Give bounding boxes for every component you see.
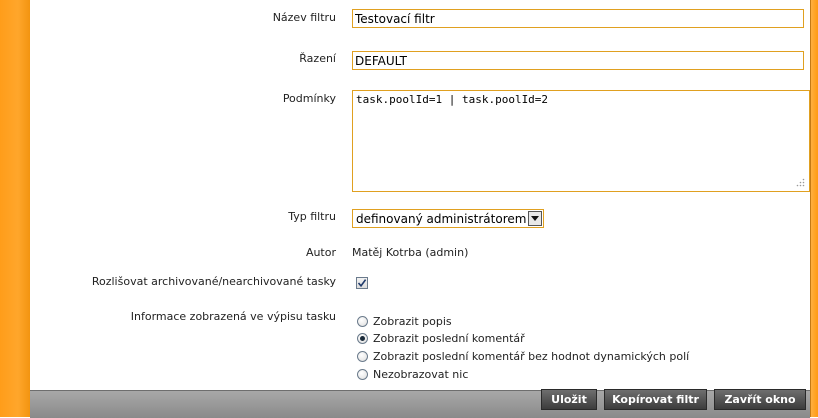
author-label: Autor bbox=[305, 246, 336, 259]
save-button[interactable]: Uložit bbox=[541, 389, 597, 410]
window-frame-left bbox=[0, 0, 30, 417]
radio-label: Zobrazit poslední komentář bez hodnot dy… bbox=[373, 349, 690, 363]
resize-grip-icon[interactable] bbox=[796, 178, 806, 188]
radio-button[interactable] bbox=[357, 315, 368, 327]
chevron-down-icon[interactable] bbox=[528, 211, 542, 226]
filter-type-label: Typ filtru bbox=[288, 210, 336, 223]
radio-label: Zobrazit poslední komentář bbox=[373, 331, 525, 345]
author-value: Matěj Kotrba (admin) bbox=[352, 246, 469, 259]
filter-name-input[interactable] bbox=[352, 9, 804, 28]
radio-button[interactable] bbox=[357, 350, 368, 362]
conditions-textarea[interactable]: task.poolId=1 | task.poolId=2 bbox=[352, 90, 810, 192]
order-input[interactable] bbox=[352, 51, 804, 70]
window-frame-right bbox=[810, 0, 818, 417]
close-window-button[interactable]: Zavřít okno bbox=[714, 389, 806, 410]
radio-button-checked[interactable] bbox=[357, 332, 368, 344]
filter-type-select[interactable]: definovaný administrátorem bbox=[352, 209, 544, 228]
archive-label: Rozlišovat archivované/nearchivované tas… bbox=[91, 275, 336, 288]
info-option-last-comment-no-dynamic[interactable]: Zobrazit poslední komentář bez hodnot dy… bbox=[357, 349, 689, 363]
conditions-label: Podmínky bbox=[282, 92, 336, 105]
info-option-last-comment[interactable]: Zobrazit poslední komentář bbox=[357, 331, 525, 345]
radio-label: Zobrazit popis bbox=[373, 314, 452, 328]
info-label: Informace zobrazená ve výpisu tasku bbox=[130, 310, 336, 323]
copy-filter-button[interactable]: Kopírovat filtr bbox=[604, 389, 707, 410]
info-option-nothing[interactable]: Nezobrazovat nic bbox=[357, 367, 468, 381]
radio-label: Nezobrazovat nic bbox=[373, 367, 469, 381]
order-label: Řazení bbox=[299, 52, 336, 65]
checkmark-icon bbox=[357, 279, 367, 288]
filter-name-label: Název filtru bbox=[272, 11, 336, 24]
filter-type-selected: definovaný administrátorem bbox=[356, 212, 527, 226]
archive-checkbox[interactable] bbox=[356, 277, 368, 289]
radio-button[interactable] bbox=[357, 368, 368, 380]
filter-form: Název filtru Řazení Podmínky task.poolId… bbox=[30, 0, 810, 390]
info-option-description[interactable]: Zobrazit popis bbox=[357, 314, 452, 328]
